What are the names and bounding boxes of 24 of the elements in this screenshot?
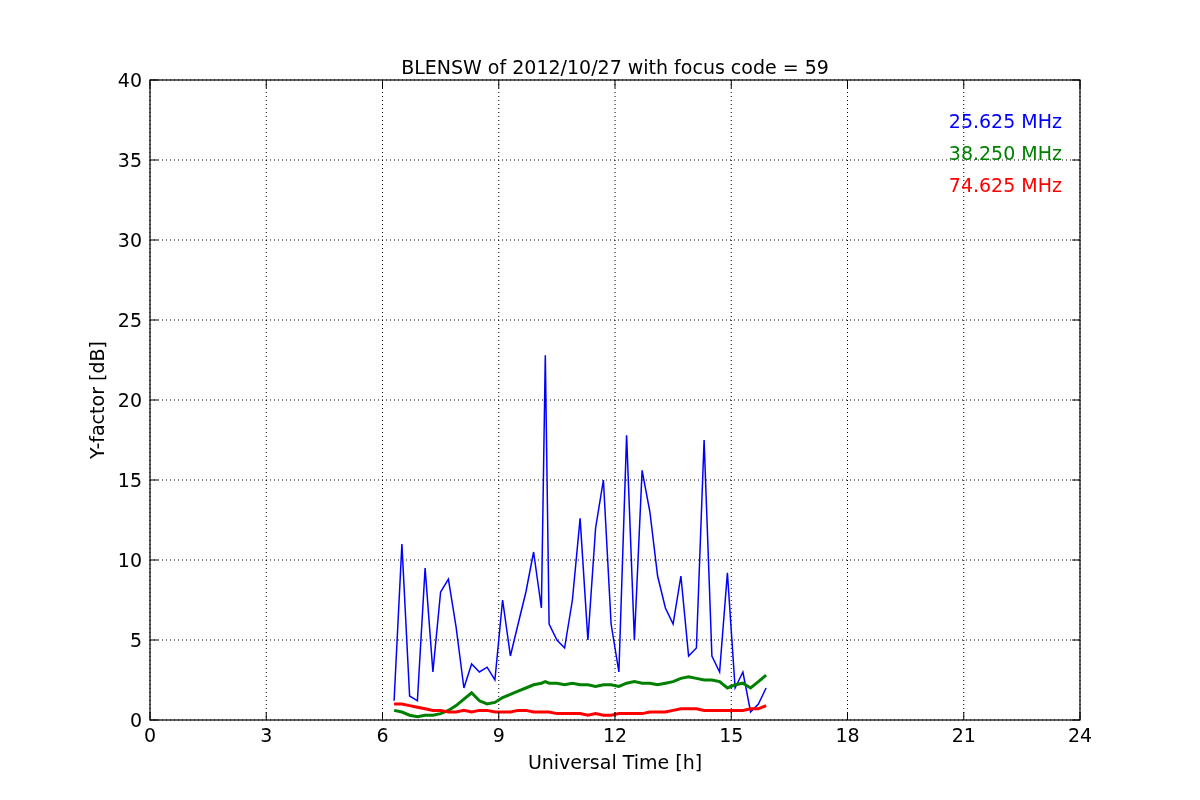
tick-label: 18 bbox=[835, 724, 860, 746]
tick-label: 6 bbox=[376, 724, 389, 746]
tick-label: 30 bbox=[117, 229, 142, 251]
tick-label: 10 bbox=[117, 549, 142, 571]
legend-label: 38.250 MHz bbox=[948, 142, 1062, 164]
tick-label: 35 bbox=[117, 149, 142, 171]
legend-label: 74.625 MHz bbox=[948, 174, 1062, 196]
tick-label: 24 bbox=[1067, 724, 1093, 746]
x-axis-label: Universal Time [h] bbox=[527, 751, 703, 773]
tick-label: 40 bbox=[117, 69, 142, 91]
tick-label: 12 bbox=[602, 724, 628, 746]
legend-label: 25.625 MHz bbox=[948, 110, 1062, 132]
tick-label: 0 bbox=[143, 724, 157, 746]
tick-label: 3 bbox=[260, 724, 273, 746]
tick-label: 15 bbox=[719, 724, 744, 746]
tick-label: 15 bbox=[117, 469, 142, 491]
tick-label: 9 bbox=[492, 724, 505, 746]
tick-label: 0 bbox=[129, 709, 142, 731]
tick-label: 20 bbox=[117, 389, 142, 411]
tick-label: 25 bbox=[117, 309, 142, 331]
chart-title: BLENSW of 2012/10/27 with focus code = 59 bbox=[401, 56, 829, 78]
tick-label: 5 bbox=[129, 629, 142, 651]
tick-label: 21 bbox=[951, 724, 976, 746]
y-axis-label: Y-factor [dB] bbox=[86, 341, 108, 459]
